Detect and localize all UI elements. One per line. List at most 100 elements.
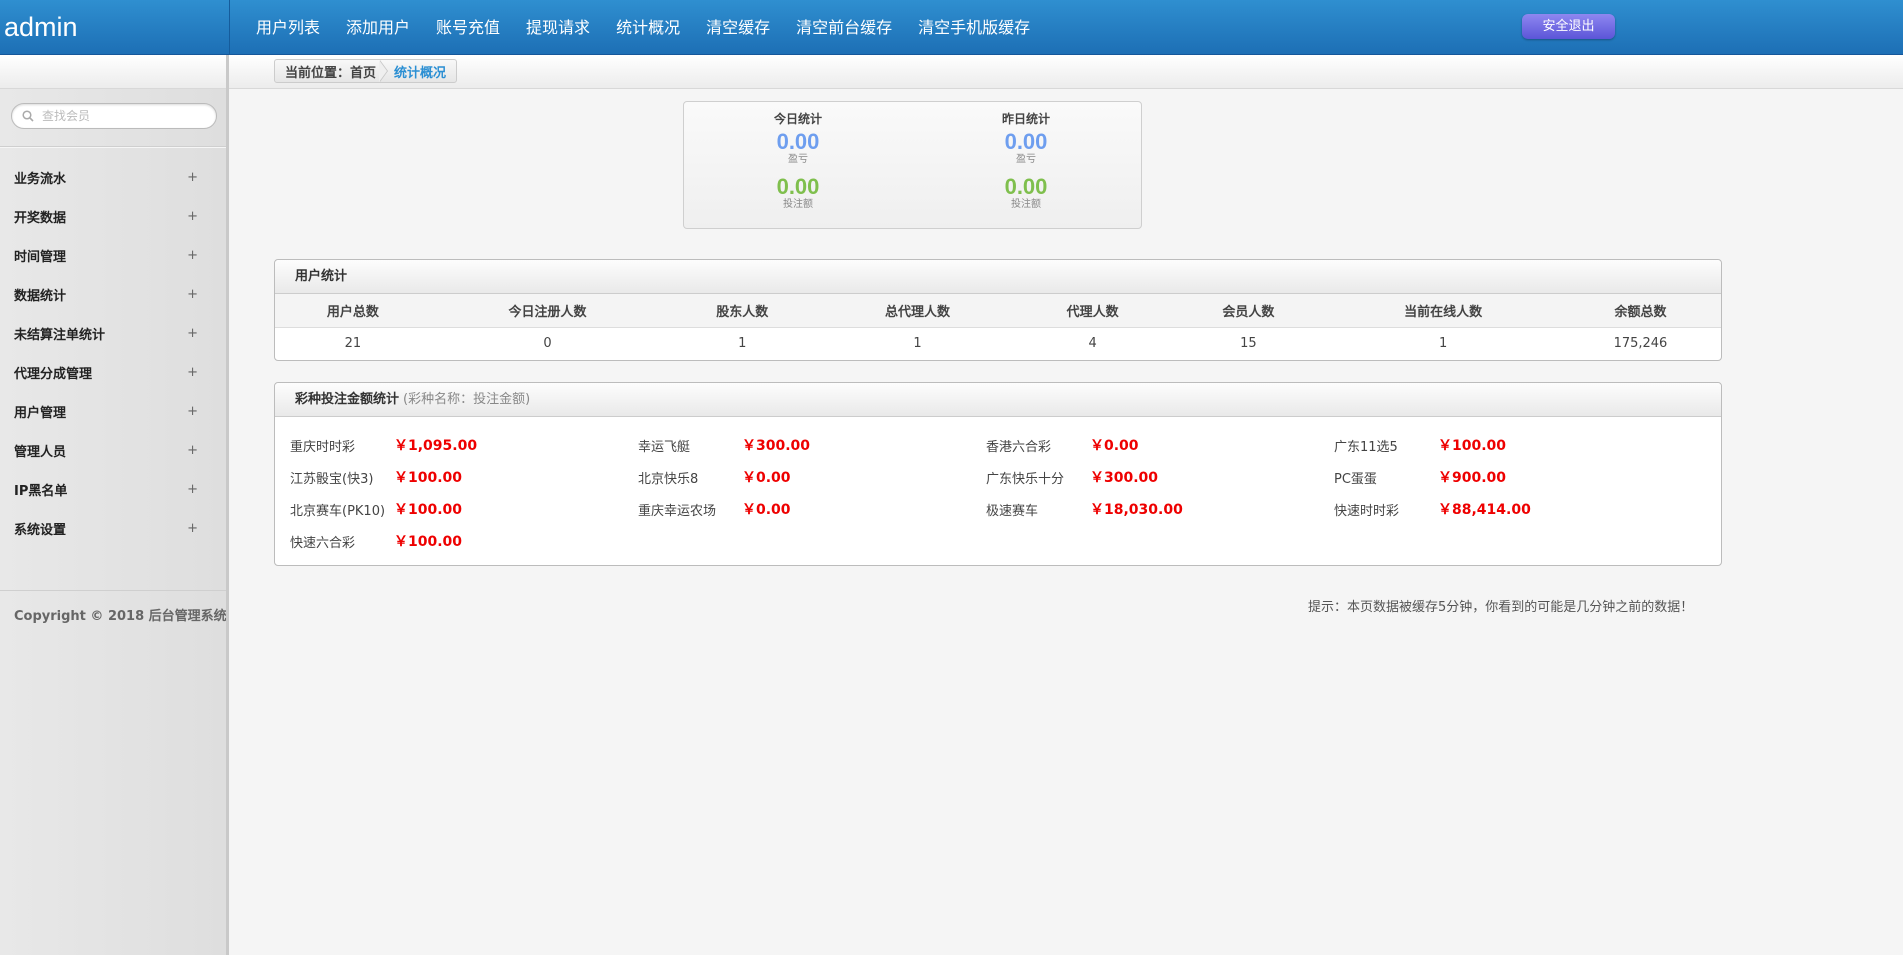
- sidebar-item-time-management[interactable]: 时间管理 +: [0, 236, 226, 275]
- member-search-box[interactable]: [11, 103, 217, 129]
- lottery-amount: ￥88,414.00: [1438, 502, 1531, 518]
- logout-button[interactable]: 安全退出: [1522, 14, 1615, 39]
- top-nav: 用户列表 添加用户 账号充值 提现请求 统计概况 清空缓存 清空前台缓存 清空手…: [243, 0, 1043, 55]
- list-item: 重庆幸运农场 ￥0.00: [638, 493, 986, 525]
- lottery-name: 重庆时时彩: [290, 439, 356, 455]
- column-header: 股东人数: [664, 294, 821, 328]
- sidebar-item-data-stats[interactable]: 数据统计 +: [0, 275, 226, 314]
- lottery-amount: ￥100.00: [394, 470, 463, 486]
- expand-icon[interactable]: +: [187, 521, 198, 536]
- member-search-input[interactable]: [42, 107, 207, 125]
- expand-icon[interactable]: +: [187, 404, 198, 419]
- brand-title: admin: [0, 0, 230, 55]
- list-item: 北京赛车(PK10) ￥100.00: [290, 493, 638, 525]
- lottery-amount: ￥300.00: [1090, 470, 1159, 486]
- lottery-amount: ￥100.00: [394, 502, 463, 518]
- today-profit-value: 0.00: [776, 129, 820, 154]
- yesterday-stats: 昨日统计 0.00 盈亏 0.00 投注额: [946, 110, 1106, 211]
- nav-add-user[interactable]: 添加用户: [333, 0, 423, 55]
- lottery-name: 广东11选5: [1334, 439, 1398, 455]
- lottery-name: 广东快乐十分: [986, 471, 1065, 487]
- today-bet-label: 投注额: [783, 199, 813, 210]
- nav-clear-frontend-cache[interactable]: 清空前台缓存: [783, 0, 905, 55]
- today-profit-label: 盈亏: [788, 154, 808, 165]
- yesterday-bet-label: 投注额: [1011, 199, 1041, 210]
- lottery-name: 幸运飞艇: [638, 439, 691, 455]
- lottery-stats-panel: 彩种投注金额统计 (彩种名称：投注金额) 重庆时时彩 ￥1,095.00 幸运飞艇 ￥…: [274, 382, 1722, 566]
- column-header: 今日注册人数: [430, 294, 665, 328]
- breadcrumb: 当前位置：首页 统计概况: [274, 59, 458, 83]
- list-item: 江苏骰宝(快3) ￥100.00: [290, 461, 638, 493]
- list-item: 快速时时彩 ￥88,414.00: [1334, 493, 1682, 525]
- lottery-amount: ￥900.00: [1438, 470, 1507, 486]
- lottery-stats-grid: 重庆时时彩 ￥1,095.00 幸运飞艇 ￥300.00 香港六合彩 ￥0.00 广东…: [290, 429, 1710, 557]
- table-cell: 21: [344, 336, 362, 352]
- table-cell: 1: [1438, 336, 1448, 352]
- table-cell: 1: [738, 336, 747, 352]
- lottery-stats-subtitle: (彩种名称：投注金额): [403, 392, 531, 407]
- lottery-name: 极速赛车: [986, 503, 1039, 519]
- sidebar-item-lottery-results[interactable]: 开奖数据 +: [0, 197, 226, 236]
- lottery-name: 江苏骰宝(快3): [290, 471, 374, 487]
- daily-stats-box: 今日统计 0.00 盈亏 0.00 投注额 昨日统计 0.00 盈亏 0.00 …: [683, 101, 1142, 229]
- nav-stats-overview[interactable]: 统计概况: [603, 0, 693, 55]
- nav-clear-cache[interactable]: 清空缓存: [693, 0, 783, 55]
- sidebar: 业务流水+ 开奖数据+ 时间管理+ 数据统计+ 未结算注单统计+ 代理分成管理+…: [0, 89, 229, 955]
- user-stats-title: 用户统计: [275, 260, 1721, 294]
- expand-icon[interactable]: +: [187, 365, 198, 380]
- today-stats-title: 今日统计: [773, 112, 822, 126]
- column-header: 代理人数: [1014, 294, 1171, 328]
- expand-icon[interactable]: +: [187, 443, 198, 458]
- expand-icon[interactable]: +: [187, 248, 198, 263]
- nav-user-list[interactable]: 用户列表: [243, 0, 333, 55]
- list-item: 香港六合彩 ￥0.00: [986, 429, 1334, 461]
- table-cell: 4: [1088, 336, 1097, 352]
- list-item: PC蛋蛋 ￥900.00: [1334, 461, 1682, 493]
- sidebar-item-business-flow[interactable]: 业务流水 +: [0, 158, 226, 197]
- expand-icon[interactable]: +: [187, 287, 198, 302]
- lottery-amount: ￥0.00: [742, 470, 791, 486]
- lottery-amount: ￥1,095.00: [394, 438, 478, 454]
- today-bet-value: 0.00: [776, 174, 820, 199]
- expand-icon[interactable]: +: [187, 170, 198, 185]
- today-stats: 今日统计 0.00 盈亏 0.00 投注额: [718, 110, 878, 211]
- list-item: 广东快乐十分 ￥300.00: [986, 461, 1334, 493]
- yesterday-bet-value: 0.00: [1004, 174, 1048, 199]
- breadcrumb-home[interactable]: 当前位置：首页: [285, 62, 376, 81]
- user-stats-table: 用户总数 今日注册人数 股东人数 总代理人数 代理人数 会员人数 当前在线人数 …: [275, 294, 1721, 360]
- sidebar-item-system-settings[interactable]: 系统设置 +: [0, 509, 226, 548]
- lottery-name: PC蛋蛋: [1334, 471, 1377, 487]
- lottery-stats-title: 彩种投注金额统计: [295, 392, 400, 407]
- expand-icon[interactable]: +: [187, 326, 198, 341]
- table-cell: 175,246: [1613, 336, 1668, 352]
- list-item: 幸运飞艇 ￥300.00: [638, 429, 986, 461]
- lottery-name: 北京赛车(PK10): [290, 503, 386, 519]
- sidebar-item-ip-blacklist[interactable]: IP黑名单 +: [0, 470, 226, 509]
- column-header: 余额总数: [1559, 294, 1721, 328]
- lottery-name: 香港六合彩: [986, 439, 1052, 455]
- nav-recharge[interactable]: 账号充值: [423, 0, 513, 55]
- sidebar-item-agent-share[interactable]: 代理分成管理 +: [0, 353, 226, 392]
- list-item: 快速六合彩 ￥100.00: [290, 525, 638, 557]
- sidebar-item-unsettled-bets[interactable]: 未结算注单统计 +: [0, 314, 226, 353]
- nav-clear-mobile-cache[interactable]: 清空手机版缓存: [905, 0, 1043, 55]
- expand-icon[interactable]: +: [187, 482, 198, 497]
- table-header-row: 用户总数 今日注册人数 股东人数 总代理人数 代理人数 会员人数 当前在线人数 …: [275, 294, 1721, 328]
- lottery-name: 北京快乐8: [638, 471, 699, 487]
- list-item: 北京快乐8 ￥0.00: [638, 461, 986, 493]
- sidebar-item-user-management[interactable]: 用户管理 +: [0, 392, 226, 431]
- expand-icon[interactable]: +: [187, 209, 198, 224]
- column-header: 当前在线人数: [1326, 294, 1560, 328]
- table-cell: 1: [913, 336, 922, 352]
- breadcrumb-current: 统计概况: [394, 65, 447, 81]
- sidebar-item-administrators[interactable]: 管理人员 +: [0, 431, 226, 470]
- lottery-name: 重庆幸运农场: [638, 503, 717, 519]
- user-stats-panel: 用户统计 用户总数 今日注册人数 股东人数 总代理人数 代理人数 会员人数 当前…: [274, 259, 1722, 361]
- cache-tip: 提示：本页数据被缓存5分钟，你看到的可能是几分钟之前的数据！: [1308, 600, 1694, 615]
- lottery-amount: ￥0.00: [742, 502, 791, 518]
- lottery-amount: ￥0.00: [1090, 438, 1139, 454]
- list-item: 重庆时时彩 ￥1,095.00: [290, 429, 638, 461]
- nav-withdraw-requests[interactable]: 提现请求: [513, 0, 603, 55]
- column-header: 会员人数: [1170, 294, 1327, 328]
- list-item: 极速赛车 ￥18,030.00: [986, 493, 1334, 525]
